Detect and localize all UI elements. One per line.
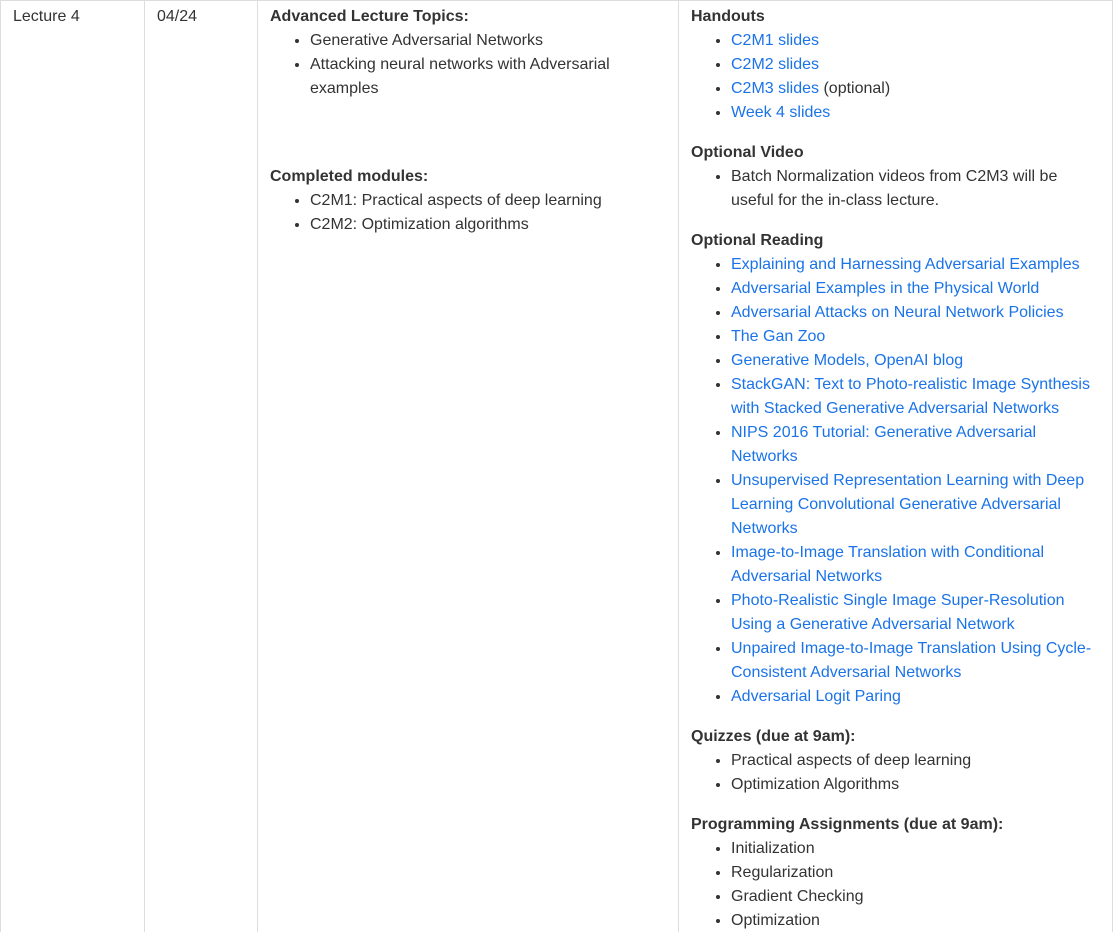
assignments-list: Initialization Regularization Gradient C… xyxy=(691,837,1100,932)
reading-link[interactable]: StackGAN: Text to Photo-realistic Image … xyxy=(731,376,1090,417)
schedule-table: Lecture 4 04/24 Advanced Lecture Topics:… xyxy=(0,0,1113,932)
reading-heading: Optional Reading xyxy=(691,232,824,249)
reading-link[interactable]: Adversarial Logit Paring xyxy=(731,688,901,705)
list-item: Gradient Checking xyxy=(731,885,1100,909)
list-item: The Gan Zoo xyxy=(731,325,1100,349)
list-item: Adversarial Examples in the Physical Wor… xyxy=(731,277,1100,301)
list-item: Optimization Algorithms xyxy=(731,773,1100,797)
list-item: Generative Models, OpenAI blog xyxy=(731,349,1100,373)
handouts-heading: Handouts xyxy=(691,8,765,25)
event-cell: Lecture 4 xyxy=(0,0,145,932)
c2m2-slides-link[interactable]: C2M2 slides xyxy=(731,56,819,73)
list-item: Week 4 slides xyxy=(731,101,1100,125)
list-item: Explaining and Harnessing Adversarial Ex… xyxy=(731,253,1100,277)
c2m3-slides-link[interactable]: C2M3 slides xyxy=(731,80,819,97)
materials-cell: Handouts C2M1 slides C2M2 slides C2M3 sl… xyxy=(678,0,1113,932)
quizzes-list: Practical aspects of deep learning Optim… xyxy=(691,749,1100,797)
list-item: Regularization xyxy=(731,861,1100,885)
event-name: Lecture 4 xyxy=(13,8,80,25)
list-item: Photo-Realistic Single Image Super-Resol… xyxy=(731,589,1100,637)
reading-link[interactable]: The Gan Zoo xyxy=(731,328,825,345)
c2m1-slides-link[interactable]: C2M1 slides xyxy=(731,32,819,49)
assignments-heading: Programming Assignments (due at 9am): xyxy=(691,816,1004,833)
list-item: StackGAN: Text to Photo-realistic Image … xyxy=(731,373,1100,421)
reading-link[interactable]: Adversarial Examples in the Physical Wor… xyxy=(731,280,1039,297)
optional-note: (optional) xyxy=(819,80,891,97)
reading-link[interactable]: Unsupervised Representation Learning wit… xyxy=(731,472,1084,537)
topics-list: Generative Adversarial Networks Attackin… xyxy=(270,29,666,101)
topics-heading: Advanced Lecture Topics: xyxy=(270,8,469,25)
list-item: C2M1 slides xyxy=(731,29,1100,53)
date-cell: 04/24 xyxy=(144,0,258,932)
event-date: 04/24 xyxy=(157,8,198,25)
modules-heading: Completed modules: xyxy=(270,168,429,185)
week4-slides-link[interactable]: Week 4 slides xyxy=(731,104,830,121)
list-item: C2M3 slides (optional) xyxy=(731,77,1100,101)
list-item: Practical aspects of deep learning xyxy=(731,749,1100,773)
reading-link[interactable]: Adversarial Attacks on Neural Network Po… xyxy=(731,304,1064,321)
reading-link[interactable]: Unpaired Image-to-Image Translation Usin… xyxy=(731,640,1091,681)
schedule-row: Lecture 4 04/24 Advanced Lecture Topics:… xyxy=(0,0,1113,932)
list-item: C2M2 slides xyxy=(731,53,1100,77)
list-item: Adversarial Attacks on Neural Network Po… xyxy=(731,301,1100,325)
reading-link[interactable]: Explaining and Harnessing Adversarial Ex… xyxy=(731,256,1080,273)
list-item: Unsupervised Representation Learning wit… xyxy=(731,469,1100,541)
list-item: Adversarial Logit Paring xyxy=(731,685,1100,709)
reading-list: Explaining and Harnessing Adversarial Ex… xyxy=(691,253,1100,709)
list-item: Initialization xyxy=(731,837,1100,861)
description-cell: Advanced Lecture Topics: Generative Adve… xyxy=(257,0,679,932)
list-item: C2M2: Optimization algorithms xyxy=(310,213,666,237)
quizzes-heading: Quizzes (due at 9am): xyxy=(691,728,856,745)
reading-link[interactable]: Photo-Realistic Single Image Super-Resol… xyxy=(731,592,1065,633)
modules-list: C2M1: Practical aspects of deep learning… xyxy=(270,189,666,237)
list-item: Generative Adversarial Networks xyxy=(310,29,666,53)
reading-link[interactable]: Image-to-Image Translation with Conditio… xyxy=(731,544,1044,585)
list-item: Image-to-Image Translation with Conditio… xyxy=(731,541,1100,589)
list-item: NIPS 2016 Tutorial: Generative Adversari… xyxy=(731,421,1100,469)
list-item: Unpaired Image-to-Image Translation Usin… xyxy=(731,637,1100,685)
reading-link[interactable]: Generative Models, OpenAI blog xyxy=(731,352,963,369)
video-heading: Optional Video xyxy=(691,144,804,161)
list-item: C2M1: Practical aspects of deep learning xyxy=(310,189,666,213)
reading-link[interactable]: NIPS 2016 Tutorial: Generative Adversari… xyxy=(731,424,1036,465)
list-item: Batch Normalization videos from C2M3 wil… xyxy=(731,165,1100,213)
list-item: Attacking neural networks with Adversari… xyxy=(310,53,666,101)
handouts-list: C2M1 slides C2M2 slides C2M3 slides (opt… xyxy=(691,29,1100,125)
video-list: Batch Normalization videos from C2M3 wil… xyxy=(691,165,1100,213)
list-item: Optimization xyxy=(731,909,1100,932)
